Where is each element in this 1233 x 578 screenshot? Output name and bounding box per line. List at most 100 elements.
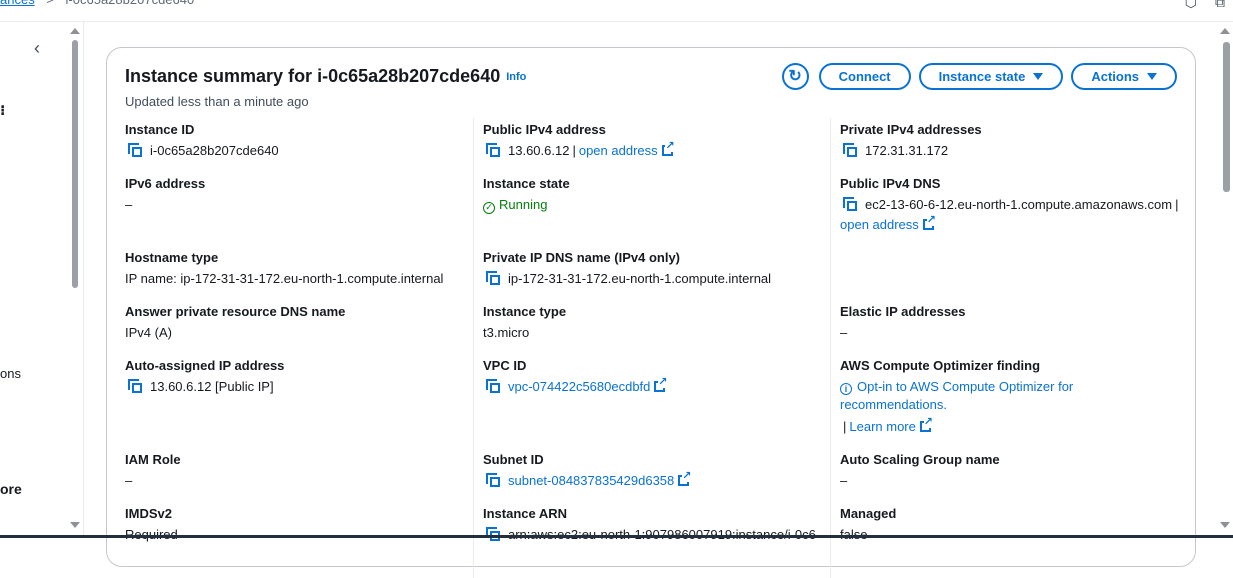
page-scroll-down-icon[interactable] bbox=[1220, 522, 1230, 528]
learn-more-link[interactable]: Learn more bbox=[849, 419, 915, 434]
field-label: Instance type bbox=[483, 304, 567, 319]
collapse-nav-icon[interactable]: ‹ bbox=[34, 38, 40, 59]
field-label: Hostname type bbox=[125, 250, 219, 265]
field-label: Public IPv4 DNS bbox=[840, 176, 941, 191]
page-scrollbar-thumb[interactable] bbox=[1223, 42, 1230, 192]
open-address-link[interactable]: open address bbox=[579, 143, 658, 158]
field-label: IAM Role bbox=[125, 452, 181, 467]
field-asg-name: Auto Scaling Group name – bbox=[840, 452, 1187, 490]
field-label: Instance ARN bbox=[483, 506, 568, 521]
field-value: – bbox=[840, 325, 848, 340]
status-badge: Running bbox=[499, 197, 548, 212]
copy-icon[interactable] bbox=[486, 143, 500, 157]
field-value: 13.60.6.12 bbox=[508, 143, 570, 158]
field-label: Subnet ID bbox=[483, 452, 544, 467]
copy-icon[interactable] bbox=[128, 379, 142, 393]
nav-section-fragment: ore bbox=[0, 481, 22, 497]
field-label: Private IPv4 addresses bbox=[840, 122, 982, 137]
field-compute-optimizer: AWS Compute Optimizer finding i Opt-in to… bbox=[840, 358, 1180, 436]
check-circle-icon: ✓ bbox=[483, 202, 495, 214]
copy-icon[interactable] bbox=[843, 143, 857, 157]
copy-icon[interactable] bbox=[486, 379, 500, 393]
instance-summary-card: Instance summary for i-0c65a28b207cde640… bbox=[106, 47, 1196, 578]
field-iam-role: IAM Role – bbox=[125, 452, 482, 490]
field-label: Auto-assigned IP address bbox=[125, 358, 285, 373]
breadcrumb: ances > i-0c65a28b207cde640 bbox=[0, 0, 194, 12]
external-link-icon bbox=[922, 215, 936, 230]
updated-text: Updated less than a minute ago bbox=[125, 94, 309, 109]
field-subnet-id: Subnet ID subnet-084837835429d6358 bbox=[483, 452, 830, 490]
field-elastic-ip: Elastic IP addresses – bbox=[840, 304, 1187, 342]
instance-state-button[interactable]: Instance state bbox=[918, 63, 1064, 90]
nav-scroll-up-icon[interactable] bbox=[70, 28, 80, 34]
field-instance-id: Instance ID i-0c65a28b207cde640 bbox=[125, 122, 482, 160]
field-label: VPC ID bbox=[483, 358, 527, 373]
field-label: AWS Compute Optimizer finding bbox=[840, 358, 1041, 373]
field-label: Private IP DNS name (IPv4 only) bbox=[483, 250, 680, 265]
copy-icon[interactable] bbox=[128, 143, 142, 157]
nav-scrollbar-thumb[interactable] bbox=[72, 40, 78, 288]
field-label: IMDSv2 bbox=[125, 506, 172, 521]
field-value: IP name: ip-172-31-31-172.eu-north-1.com… bbox=[125, 271, 444, 286]
field-instance-arn: Instance ARN arn:aws:ec2:eu-north-1:9079… bbox=[483, 506, 830, 544]
field-value: ec2-13-60-6-12.eu-north-1.compute.amazon… bbox=[865, 197, 1173, 212]
separator: | bbox=[1175, 197, 1179, 212]
field-instance-type: Instance type t3.micro bbox=[483, 304, 830, 342]
field-managed: Managed false bbox=[840, 506, 1187, 544]
field-label: Managed bbox=[840, 506, 897, 521]
field-value: t3.micro bbox=[483, 325, 530, 340]
page-scroll-up-icon[interactable] bbox=[1220, 28, 1230, 34]
refresh-button[interactable]: ↻ bbox=[781, 63, 809, 90]
separator: | bbox=[843, 419, 847, 434]
field-value: 172.31.31.172 bbox=[865, 143, 949, 158]
copy-icon[interactable] bbox=[843, 197, 857, 211]
external-link-icon bbox=[678, 471, 692, 486]
refresh-icon: ↻ bbox=[788, 67, 802, 85]
info-circle-icon: i bbox=[840, 383, 852, 395]
field-public-dns: Public IPv4 DNS ec2-13-60-6-12.eu-north-… bbox=[840, 176, 1187, 234]
copy-icon[interactable] bbox=[486, 473, 500, 487]
caret-down-icon bbox=[1033, 73, 1044, 80]
field-vpc-id: VPC ID vpc-074422c5680ecdbfd bbox=[483, 358, 830, 396]
page-title: Instance summary for i-0c65a28b207cde640… bbox=[125, 66, 526, 87]
field-value: ip-172-31-31-172.eu-north-1.compute.inte… bbox=[508, 271, 772, 286]
instance-state-label: Instance state bbox=[938, 69, 1026, 84]
nav-item-fragment[interactable]: ons bbox=[0, 366, 21, 381]
field-label: Instance state bbox=[483, 176, 570, 191]
field-value: i-0c65a28b207cde640 bbox=[150, 143, 279, 158]
field-label: Public IPv4 address bbox=[483, 122, 606, 137]
header-actions: ↻ Connect Instance state Actions bbox=[781, 63, 1177, 90]
page-title-text: Instance summary for i-0c65a28b207cde640 bbox=[125, 66, 501, 86]
external-link-icon bbox=[919, 417, 933, 432]
field-auto-assigned-ip: Auto-assigned IP address 13.60.6.12 [Pub… bbox=[125, 358, 482, 396]
field-value: – bbox=[840, 473, 848, 488]
details-column-3: Private IPv4 addresses 172.31.31.172 Pub… bbox=[830, 118, 1187, 578]
field-imdsv2: IMDSv2 Required bbox=[125, 506, 482, 544]
breadcrumb-instances-link[interactable]: ances bbox=[0, 0, 35, 7]
settings-icon[interactable]: ⬡ bbox=[1185, 0, 1197, 11]
external-link-icon bbox=[654, 377, 668, 392]
connect-button[interactable]: Connect bbox=[818, 63, 911, 90]
field-value: – bbox=[125, 473, 133, 488]
nav-scroll-down-icon[interactable] bbox=[70, 522, 80, 528]
field-label: Auto Scaling Group name bbox=[840, 452, 1000, 467]
copy-icon[interactable] bbox=[486, 271, 500, 285]
feedback-icon[interactable]: ⧉ bbox=[1215, 0, 1225, 11]
vpc-id-link[interactable]: vpc-074422c5680ecdbfd bbox=[508, 379, 650, 394]
details-column-2: Public IPv4 address 13.60.6.12 | open addr… bbox=[473, 118, 830, 578]
subnet-id-link[interactable]: subnet-084837835429d6358 bbox=[508, 473, 674, 488]
opt-in-link[interactable]: Opt-in to AWS Compute Optimizer for reco… bbox=[840, 379, 1073, 412]
actions-button[interactable]: Actions bbox=[1071, 63, 1177, 90]
info-link[interactable]: Info bbox=[506, 71, 526, 83]
external-link-icon bbox=[661, 141, 675, 156]
field-public-ipv4: Public IPv4 address 13.60.6.12 | open addr… bbox=[483, 122, 830, 160]
field-value: – bbox=[125, 197, 133, 212]
open-address-link[interactable]: open address bbox=[840, 217, 919, 232]
field-label: Answer private resource DNS name bbox=[125, 304, 346, 319]
copy-icon[interactable] bbox=[486, 527, 500, 541]
field-value: 13.60.6.12 [Public IP] bbox=[150, 379, 274, 394]
field-private-dns: Private IP DNS name (IPv4 only) ip-172-3… bbox=[483, 250, 830, 288]
field-label: Instance ID bbox=[125, 122, 195, 137]
field-label: IPv6 address bbox=[125, 176, 206, 191]
breadcrumb-separator: > bbox=[46, 0, 54, 7]
